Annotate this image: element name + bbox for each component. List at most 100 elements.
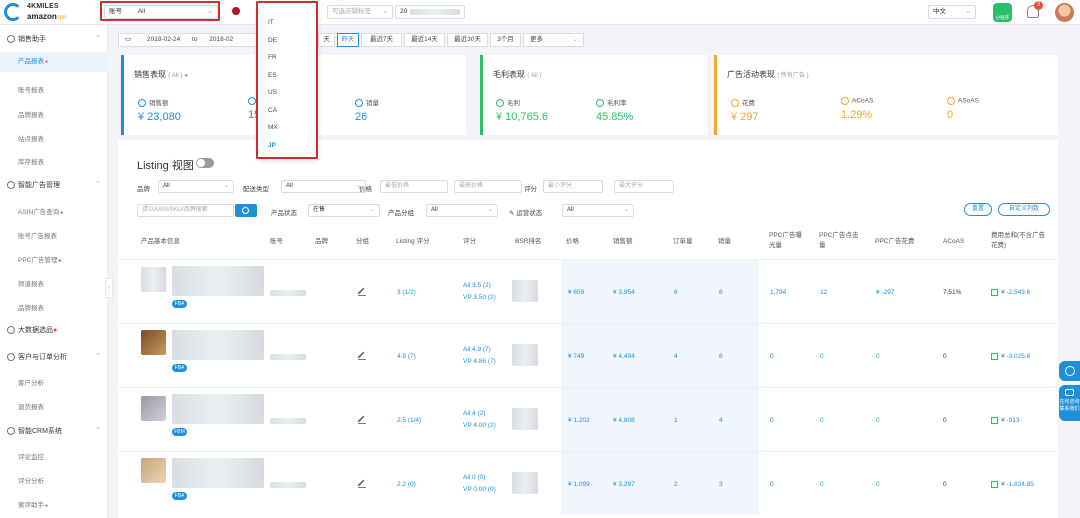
ad-spend-metric: 花费 ¥ 297	[731, 99, 759, 124]
fees[interactable]: ¥ -2,543.6	[991, 289, 1030, 296]
spend: 0	[876, 417, 880, 424]
sidebar-item-account-report[interactable]: 账号报表	[18, 84, 44, 94]
listing-score[interactable]: 3 (1/2)	[397, 289, 416, 296]
price-min-input[interactable]: 最低价格	[380, 180, 448, 193]
listing-score[interactable]: 4.9 (7)	[397, 353, 416, 360]
sidebar-group-crm[interactable]: 智能CRM系统 ⌃	[7, 426, 101, 436]
sidebar-item-customer-analysis[interactable]: 客户分析	[18, 377, 44, 387]
search-button[interactable]	[235, 204, 257, 217]
float-service-button[interactable]	[1059, 361, 1080, 381]
fees[interactable]: ¥ -3,025.8	[991, 353, 1030, 360]
sales-card-title: 销售表现 ( All ) ●	[134, 70, 189, 79]
col-rating[interactable]: 评分	[463, 237, 476, 247]
sidebar-item-account-ads[interactable]: 账号广告报表	[18, 230, 57, 240]
date-to: to	[192, 36, 198, 43]
sidebar-item-brand-report[interactable]: 品牌报表	[18, 109, 44, 119]
col-fees[interactable]: 费用总和(不含广告花费)	[991, 231, 1051, 251]
brand-filter-select[interactable]: All ⌄	[158, 180, 234, 193]
ship-type-select[interactable]: All ⌄	[281, 180, 366, 193]
date-end: 2018-02	[209, 36, 234, 43]
sidebar-item-ad-brand-report[interactable]: 品牌报表	[18, 302, 44, 312]
sidebar-item-ppc[interactable]: PPC广告管理●	[18, 254, 61, 264]
col-listing-score[interactable]: Listing 评分	[396, 237, 430, 247]
chevron-up-icon: ⌃	[95, 427, 101, 434]
sidebar-item-inventory-report[interactable]: 库存报表	[18, 156, 44, 166]
col-orders[interactable]: 订单量	[673, 237, 693, 247]
date-more-select[interactable]: 更多 ⌄	[523, 33, 584, 47]
float-consult-button[interactable]: 在线咨询 联系我们	[1059, 385, 1080, 421]
col-units[interactable]: 销量	[718, 237, 731, 247]
sidebar-collapse-handle[interactable]: ‹	[105, 278, 113, 298]
listing-view-toggle[interactable]	[196, 158, 214, 168]
col-price[interactable]: 价格	[566, 237, 579, 247]
sidebar-item-site-report[interactable]: 站点报表	[18, 133, 44, 143]
sidebar-item-product-report[interactable]: 产品报表●	[0, 52, 108, 72]
units: 3	[719, 481, 723, 488]
date-14days-button[interactable]: 最近14天	[404, 33, 445, 47]
sidebar-item-channel-report[interactable]: 频道报表	[18, 278, 44, 288]
table-row[interactable]: FBM 2.5 (1/4) All 4 (2) VP 4.00 (2) ¥ 1,…	[118, 387, 1058, 451]
rating-vp: VP 3.50 (2)	[463, 294, 496, 301]
customer-icon	[7, 353, 15, 362]
sidebar-group-bigdata[interactable]: 大数据选品●	[7, 325, 57, 335]
account-blurred	[270, 354, 306, 360]
mini-program-button[interactable]: 小程序	[993, 3, 1012, 22]
date-range-input[interactable]: 20	[395, 5, 465, 19]
date-range-picker[interactable]: ▭ 2018-02-24 to 2018-02	[118, 33, 258, 47]
col-acoas[interactable]: ACoAS	[943, 237, 964, 247]
logo[interactable]: 4KMILES amazonspn	[4, 2, 104, 23]
store-tag-select[interactable]: 可选店铺标签 ⌄	[327, 5, 393, 19]
sidebar-item-review-helper[interactable]: 索评助手●	[18, 499, 48, 509]
col-clicks[interactable]: PPC广告点击量	[819, 231, 859, 251]
date-3months-button[interactable]: 3个月	[490, 33, 521, 47]
date-today-button[interactable]: 天	[318, 33, 335, 47]
edit-icon[interactable]	[358, 480, 366, 488]
rating-min-input[interactable]: 最小评分	[543, 180, 603, 193]
listing-score[interactable]: 2.5 (1/4)	[397, 417, 421, 424]
fees[interactable]: ¥ -913	[991, 417, 1019, 424]
listing-score[interactable]: 2.2 (0)	[397, 481, 416, 488]
edit-icon[interactable]	[358, 352, 366, 360]
asoas-value: 0	[947, 109, 954, 121]
col-sales[interactable]: 销售额	[613, 237, 633, 247]
date-30days-button[interactable]: 最近30天	[447, 33, 488, 47]
sidebar-item-returns[interactable]: 退货报表	[18, 401, 44, 411]
custom-columns-button[interactable]: 自定义列数	[998, 203, 1050, 216]
edit-icon[interactable]	[358, 288, 366, 296]
sidebar-item-asin-ads[interactable]: ASIN广告查询●	[18, 206, 63, 216]
account-blurred	[270, 290, 306, 296]
sales-icon	[7, 35, 15, 44]
table-row[interactable]: FBA 4.9 (7) All 4.9 (7) VP 4.86 (7) ¥ 74…	[118, 323, 1058, 387]
language-select[interactable]: 中文 ⌄	[928, 5, 976, 19]
fulfillment-badge: FBA	[172, 300, 187, 308]
status-select[interactable]: 在售 ⌄	[308, 204, 380, 217]
price-max-input[interactable]: 最高价格	[454, 180, 522, 193]
rating-max-input[interactable]: 最大评分	[614, 180, 674, 193]
avatar[interactable]	[1055, 3, 1074, 22]
language-value: 中文	[933, 8, 946, 15]
sidebar-group-ads[interactable]: 智能广告管理 ⌃	[7, 180, 101, 190]
date-7days-button[interactable]: 最近7天	[361, 33, 402, 47]
sidebar-item-rating-analysis[interactable]: 评分分析	[18, 475, 44, 485]
edit-icon[interactable]	[358, 416, 366, 424]
search-input[interactable]: 请以ASIN/SKU/品牌搜索	[137, 204, 234, 217]
table-row[interactable]: FBA 2.2 (0) All 0 (0) VP 0.00 (0) ¥ 1,09…	[118, 451, 1058, 515]
sidebar-group-sales[interactable]: 销售助手 ⌃	[7, 34, 101, 44]
reset-button[interactable]: 重置	[964, 203, 992, 216]
sidebar-group-customer[interactable]: 客户与订单分析 ⌃	[7, 352, 101, 362]
fees[interactable]: ¥ -1,834.85	[991, 481, 1034, 488]
col-bsr[interactable]: BSR排名	[515, 237, 541, 247]
profit-card: 毛利表现 ( All ) 毛利 ¥ 10,765.6 毛利率 45.85%	[480, 55, 708, 135]
product-image	[141, 396, 166, 421]
col-impressions[interactable]: PPC广告曝光量	[769, 231, 805, 251]
bsr-blurred	[512, 408, 538, 430]
col-spend[interactable]: PPC广告花费	[875, 237, 914, 247]
col-product-info[interactable]: 产品基本信息	[141, 237, 180, 247]
profit-card-title: 毛利表现 ( All )	[493, 70, 542, 79]
brand-filter-label: 品牌	[137, 186, 150, 193]
ops-select[interactable]: All ⌄	[562, 204, 634, 217]
table-row[interactable]: FBA 3 (1/2) All 3.5 (2) VP 3.50 (2) ¥ 65…	[118, 259, 1058, 323]
sidebar-item-review-monitor[interactable]: 评论监控	[18, 451, 44, 461]
date-yesterday-button[interactable]: 昨天	[337, 33, 359, 47]
group-select[interactable]: All ⌄	[426, 204, 498, 217]
